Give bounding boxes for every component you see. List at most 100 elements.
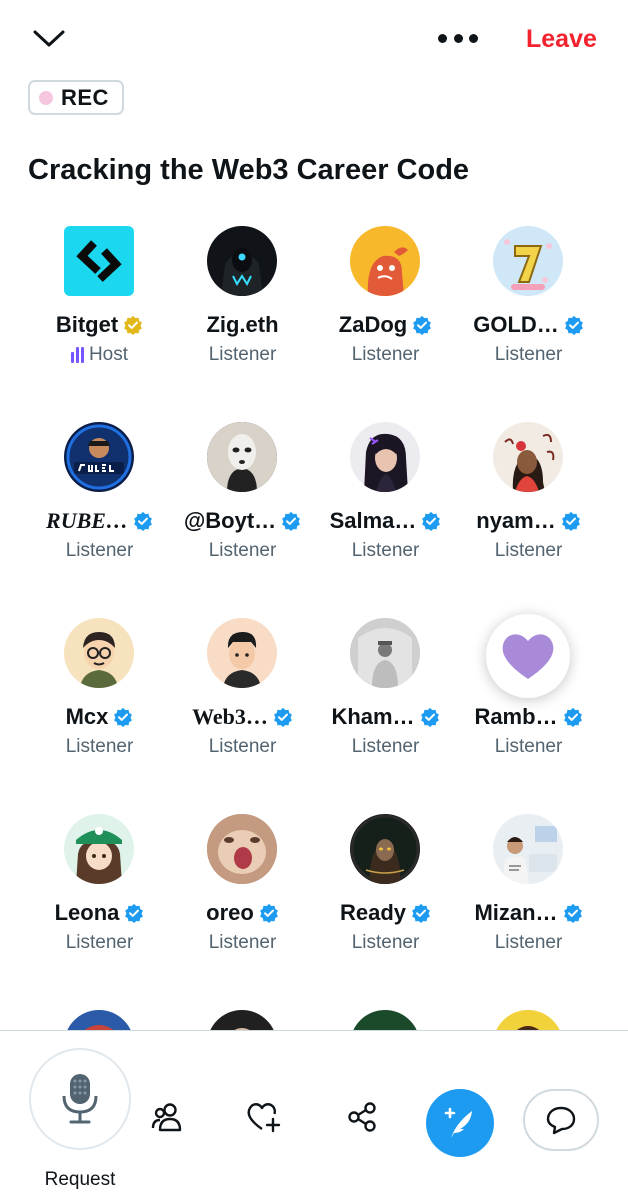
leave-button[interactable]: Leave: [526, 22, 597, 56]
participant-boyt[interactable]: @Boyt… Listener: [171, 422, 314, 582]
avatar: [64, 422, 134, 492]
participant-role: Listener: [494, 736, 563, 757]
participant-rubel[interactable]: RUBE… Listener: [28, 422, 171, 582]
more-dot: [469, 33, 478, 43]
participant-role: Listener: [208, 736, 277, 757]
participant-name: nyam…: [457, 508, 600, 534]
request-label: Request: [44, 1169, 116, 1190]
participant-salma[interactable]: Salma… Listener: [314, 422, 457, 582]
avatar: [493, 226, 563, 296]
participant-name-text: Bitget: [55, 312, 119, 337]
participant-role: Listener: [351, 736, 420, 757]
participant-name-text: Mcx: [65, 704, 109, 729]
verified-badge-icon: [134, 511, 152, 531]
participant-name: GOLD…: [457, 312, 600, 338]
participant-nyam[interactable]: nyam… Listener: [457, 422, 600, 582]
participant-name-text: ZaDog: [338, 312, 408, 337]
participant-name: Web3…: [171, 704, 314, 730]
participant-name: Salma…: [314, 508, 457, 534]
heart-plus-icon[interactable]: [246, 1099, 282, 1135]
participant-name-text: Mizan…: [474, 900, 558, 925]
participant-gold[interactable]: GOLD… Listener: [457, 226, 600, 386]
recording-dot-icon: [39, 90, 53, 105]
participant-name: Ready: [314, 900, 457, 926]
participant-zig-eth[interactable]: Zig.eth Listener: [171, 226, 314, 386]
participant-name-text: GOLD…: [473, 312, 559, 337]
verified-badge-icon: [413, 315, 432, 335]
participant-name-text: Ramb…: [474, 704, 558, 729]
avatar: [350, 618, 420, 688]
participant-name-text: nyam…: [476, 508, 556, 533]
verified-badge-icon: [412, 903, 430, 923]
avatar: [207, 618, 277, 688]
participant-name: Mizan…: [457, 900, 600, 926]
participant-role: Listener: [65, 736, 134, 757]
more-dot: [438, 33, 447, 43]
participant-name-text: RUBE…: [46, 508, 128, 533]
participant-name-text: Web3…: [192, 704, 268, 729]
participant-name: RUBE…: [28, 508, 171, 534]
bottom-bar: Request: [0, 1030, 628, 1200]
avatar: [350, 422, 420, 492]
participant-name-text: oreo: [206, 900, 254, 925]
participant-web3[interactable]: Web3… Listener: [171, 618, 314, 778]
avatar: [493, 422, 563, 492]
avatar: [493, 814, 563, 884]
participant-role: Listener: [351, 344, 420, 365]
verified-badge-icon: [114, 707, 133, 727]
participant-role: Listener: [351, 540, 420, 561]
more-options-button[interactable]: [434, 24, 482, 52]
more-dot: [453, 33, 463, 43]
heart-reaction-bubble: [486, 614, 570, 698]
verified-badge-icon: [422, 511, 441, 531]
participant-ready[interactable]: Ready Listener: [314, 814, 457, 974]
comment-button[interactable]: [523, 1089, 599, 1151]
participant-name-text: Zig.eth: [206, 312, 279, 337]
recording-label: REC: [61, 84, 109, 110]
participant-name: Ramb…: [457, 704, 600, 730]
recording-badge: REC: [28, 80, 124, 115]
people-icon[interactable]: [149, 1099, 185, 1135]
participant-kham[interactable]: Kham… Listener: [314, 618, 457, 778]
participant-role: Listener: [65, 540, 134, 561]
heart-reaction-icon: [502, 634, 554, 679]
participant-name: Zig.eth: [171, 312, 314, 338]
verified-badge-icon: [259, 903, 278, 923]
participant-role: Listener: [494, 540, 563, 561]
compose-button[interactable]: [426, 1089, 494, 1157]
participant-role: Listener: [208, 540, 277, 561]
verified-badge-icon: [561, 511, 580, 531]
verified-badge-icon: [125, 903, 144, 923]
participant-mcx[interactable]: Mcx Listener: [28, 618, 171, 778]
verified-badge-icon: [564, 315, 583, 335]
verified-badge-icon: [563, 903, 582, 923]
verified-badge-icon: [273, 707, 292, 727]
verified-badge-icon: [282, 511, 301, 531]
participant-oreo[interactable]: oreo Listener: [171, 814, 314, 974]
avatar: [207, 422, 277, 492]
participant-name-text: Kham…: [331, 704, 415, 729]
participant-role: Listener: [65, 932, 134, 953]
top-bar: Leave: [0, 0, 628, 76]
participant-role: Listener: [494, 344, 563, 365]
avatar: [207, 814, 277, 884]
participant-role: Listener: [351, 932, 420, 953]
participant-zadog[interactable]: ZaDog Listener: [314, 226, 457, 386]
participant-bitget[interactable]: Bitget Host: [28, 226, 171, 386]
chevron-down-icon[interactable]: [28, 22, 70, 54]
avatar: [64, 814, 134, 884]
participant-name-text: Salma…: [329, 508, 417, 533]
participant-name-text: @Boyt…: [183, 508, 277, 533]
avatar: [350, 226, 420, 296]
participant-name: Kham…: [314, 704, 457, 730]
participant-leona[interactable]: Leona Listener: [28, 814, 171, 974]
compose-feather-icon: [444, 1107, 472, 1138]
verified-badge-icon: [563, 707, 582, 727]
participant-mizan[interactable]: Mizan… Listener: [457, 814, 600, 974]
participant-name: Mcx: [28, 704, 171, 730]
participant-role: Listener: [494, 932, 563, 953]
request-mic-button[interactable]: [29, 1048, 131, 1150]
participant-name-text: Ready: [339, 900, 407, 925]
avatar: [64, 226, 134, 296]
share-icon[interactable]: [344, 1099, 380, 1135]
